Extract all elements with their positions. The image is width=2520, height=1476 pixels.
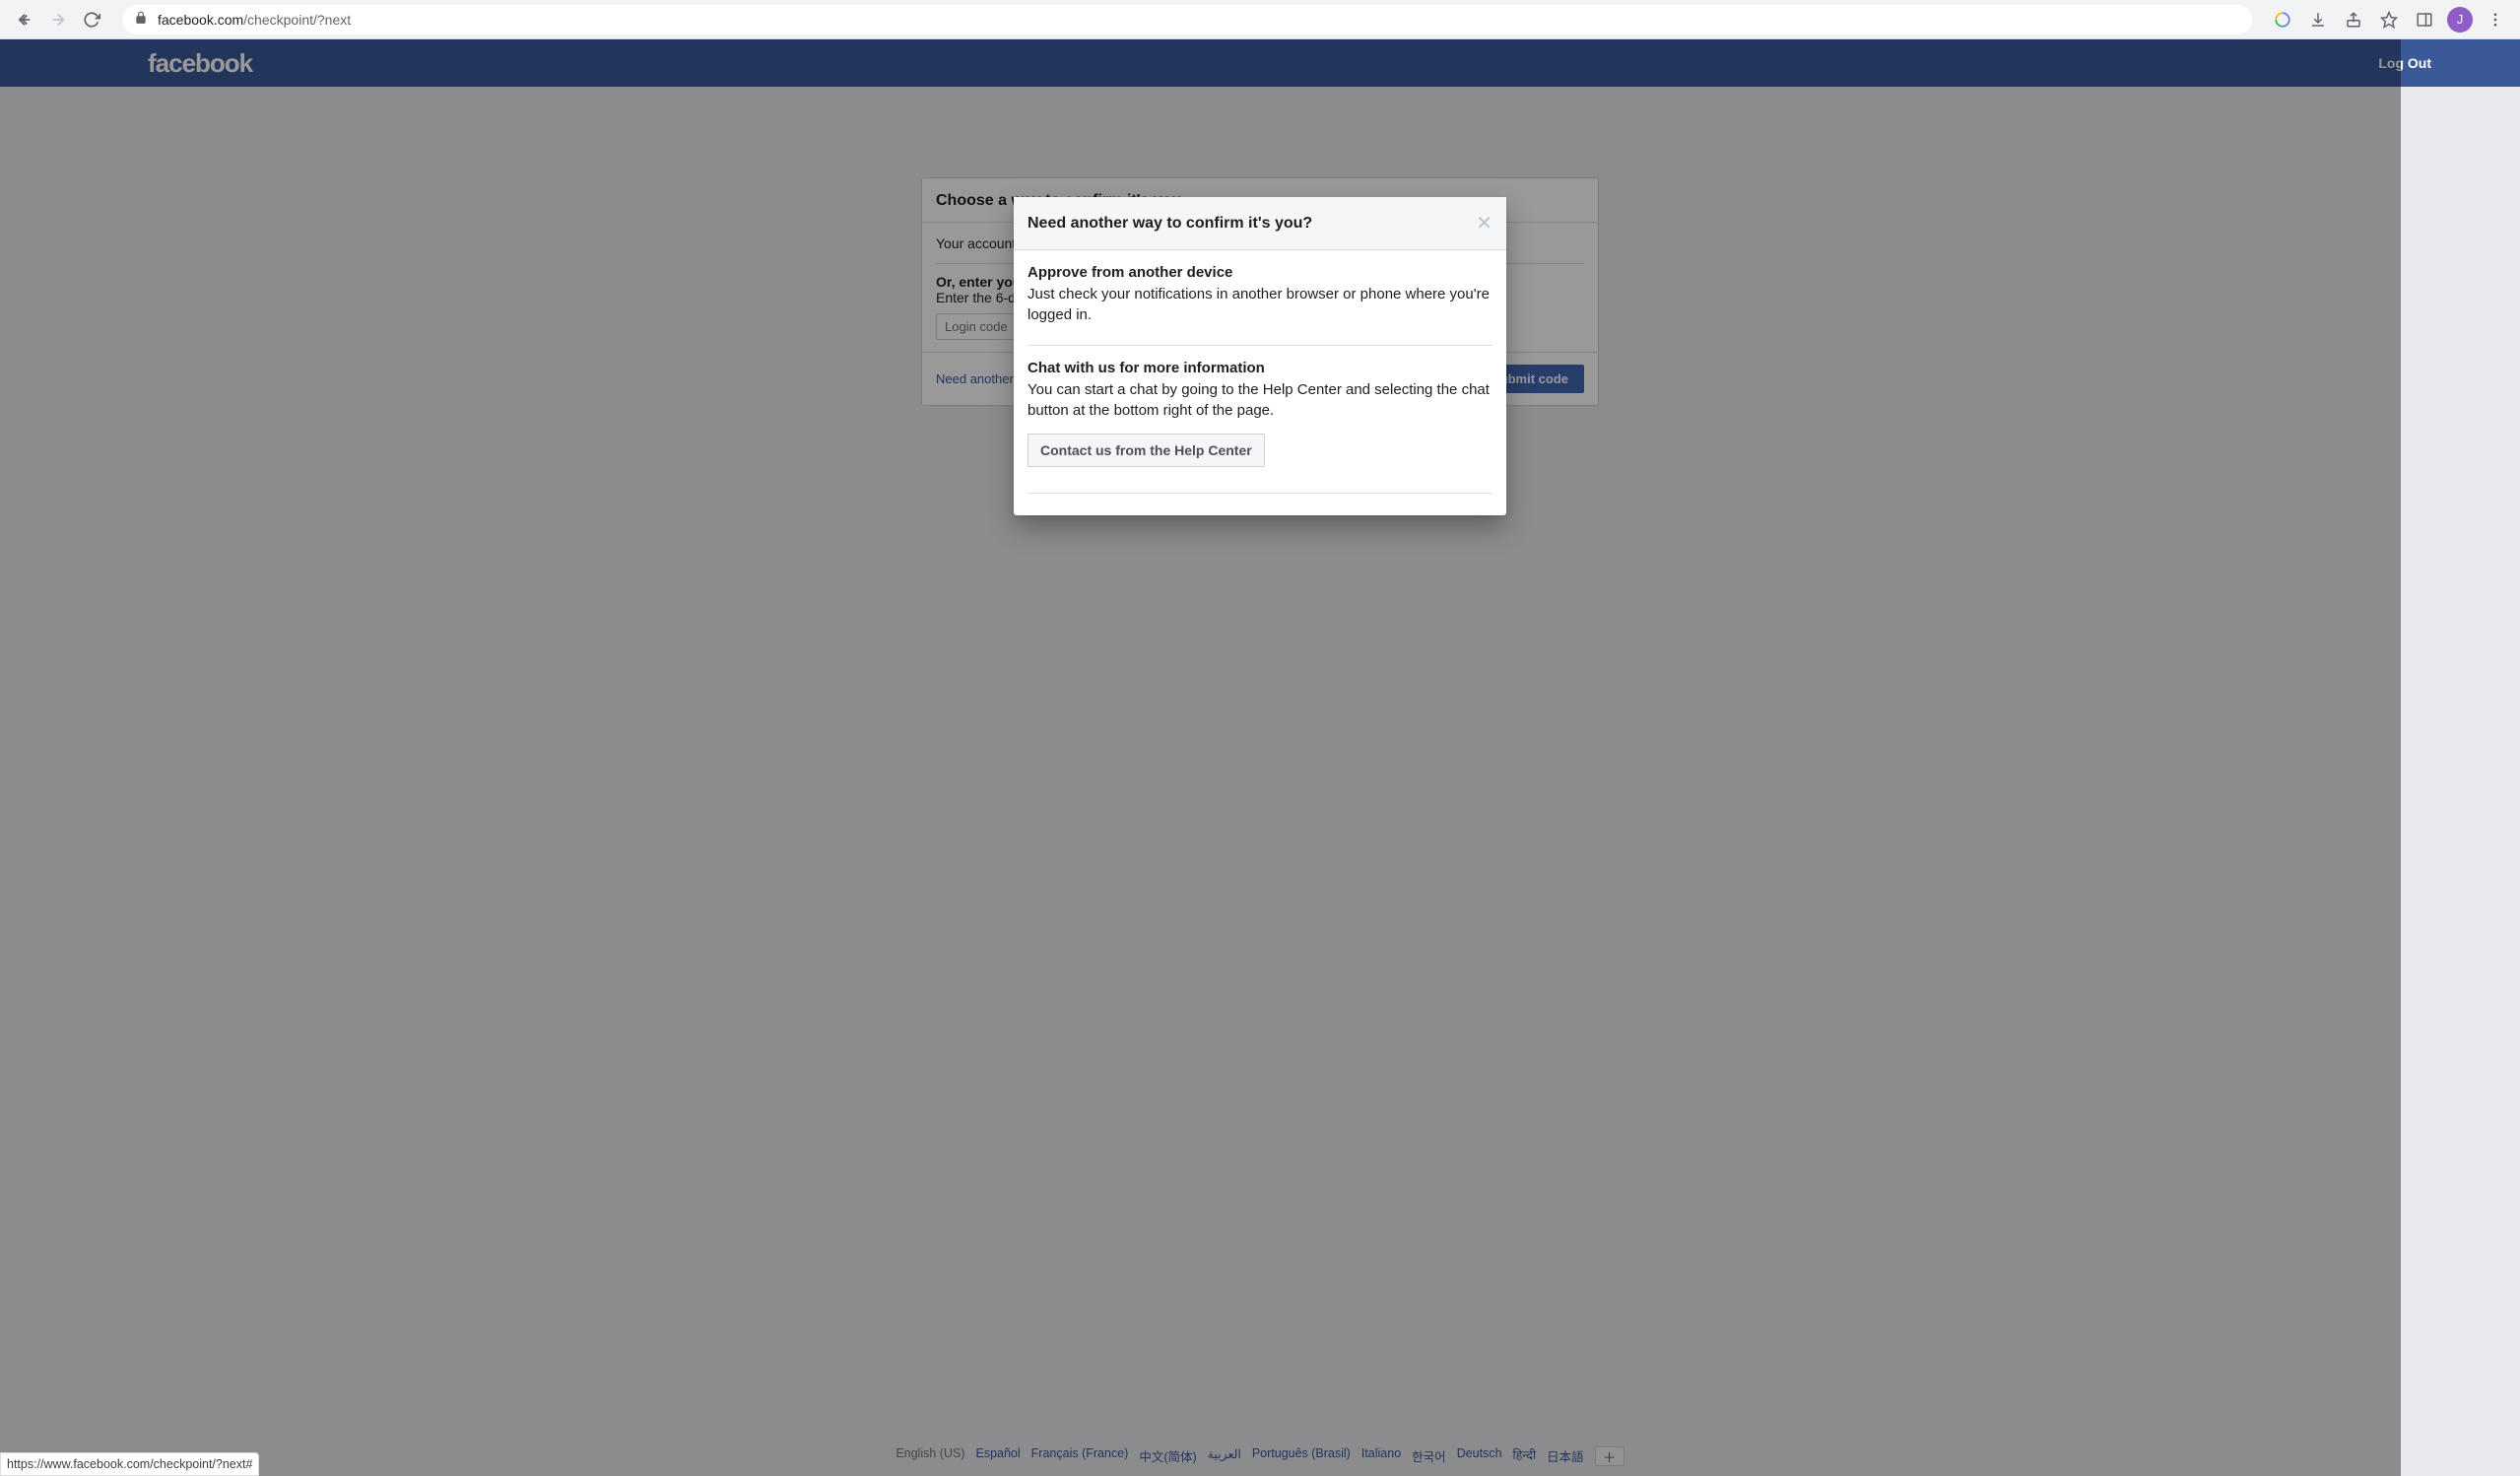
profile-avatar[interactable]: J [2447, 7, 2473, 33]
lock-icon [134, 11, 148, 28]
reload-button[interactable] [75, 3, 108, 36]
confirm-modal: Need another way to confirm it's you? ✕ … [1014, 197, 1506, 515]
close-icon: ✕ [1476, 213, 1492, 235]
url-path: /checkpoint/?next [243, 12, 351, 28]
modal-title: Need another way to confirm it's you? [1028, 215, 1312, 233]
download-icon [2309, 11, 2327, 29]
address-bar[interactable]: facebook.com/checkpoint/?next [122, 5, 2252, 34]
status-bar-url: https://www.facebook.com/checkpoint/?nex… [0, 1452, 259, 1476]
back-button[interactable] [8, 3, 41, 36]
avatar-letter: J [2457, 12, 2464, 27]
modal-header: Need another way to confirm it's you? ✕ [1014, 197, 1506, 250]
star-icon [2380, 11, 2398, 29]
arrow-left-icon [16, 11, 33, 29]
chat-heading: Chat with us for more information [1028, 360, 1492, 376]
downloads-button[interactable] [2301, 3, 2335, 36]
reload-icon [83, 11, 100, 29]
chrome-menu-button[interactable] [2479, 3, 2512, 36]
google-services-icon[interactable] [2266, 3, 2299, 36]
forward-button[interactable] [41, 3, 75, 36]
side-panel-button[interactable] [2408, 3, 2441, 36]
panel-icon [2416, 11, 2433, 29]
contact-help-center-button[interactable]: Contact us from the Help Center [1028, 434, 1265, 467]
approve-device-heading: Approve from another device [1028, 264, 1492, 281]
chat-text: You can start a chat by going to the Hel… [1028, 380, 1492, 421]
modal-body: Approve from another device Just check y… [1014, 250, 1506, 515]
browser-actions: J [2266, 3, 2512, 36]
share-button[interactable] [2337, 3, 2370, 36]
browser-toolbar: facebook.com/checkpoint/?next J [0, 0, 2520, 39]
bookmark-button[interactable] [2372, 3, 2406, 36]
url-domain: facebook.com [158, 12, 243, 28]
modal-close-button[interactable]: ✕ [1476, 211, 1492, 235]
share-icon [2345, 11, 2362, 29]
arrow-right-icon [49, 11, 67, 29]
approve-device-text: Just check your notifications in another… [1028, 285, 1492, 325]
google-g-icon [2274, 11, 2291, 29]
kebab-icon [2487, 11, 2504, 29]
